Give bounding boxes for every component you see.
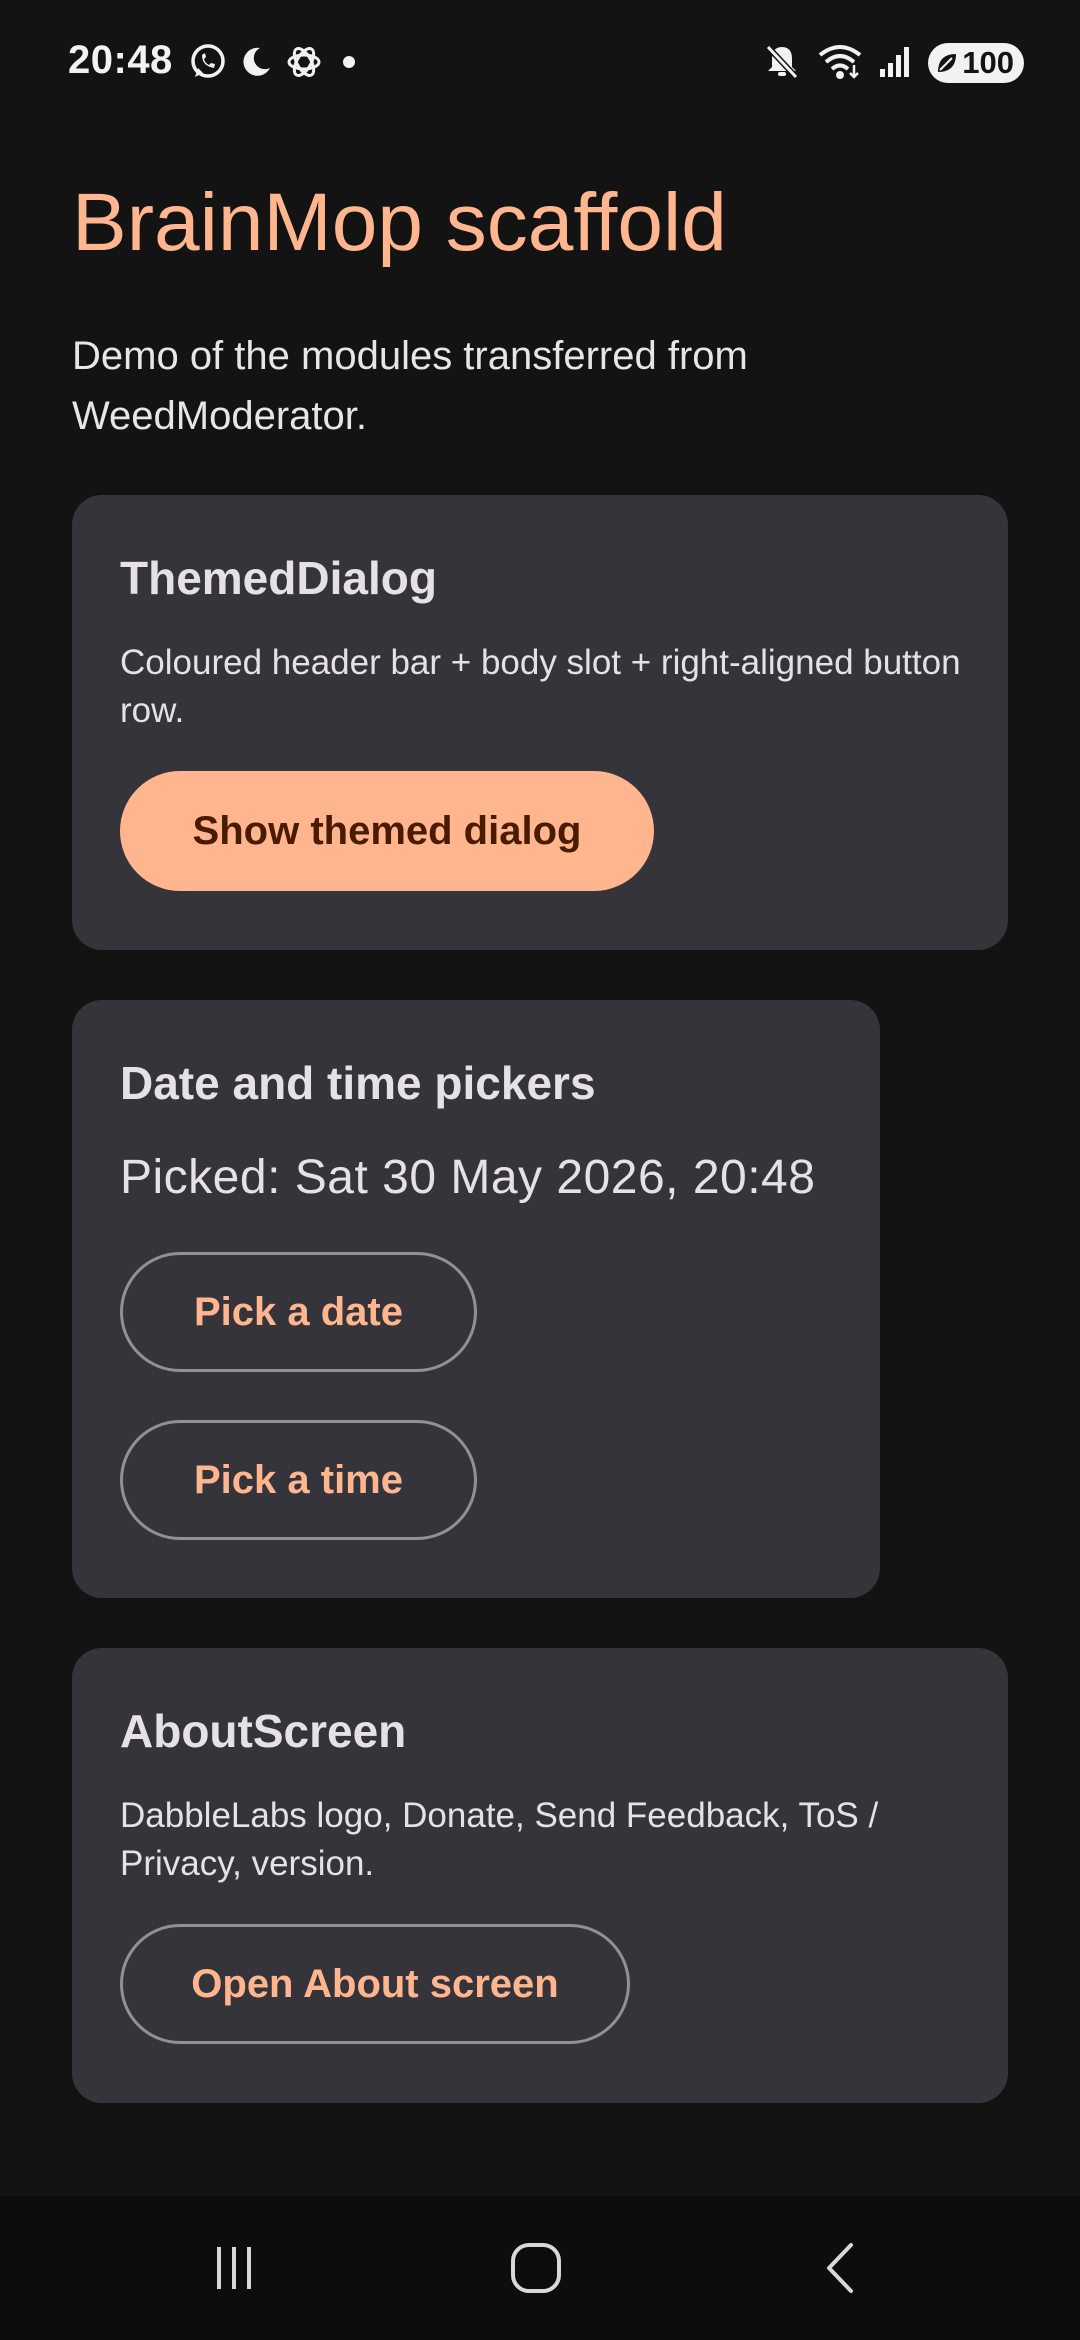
date-time-pickers-card: Date and time pickers Picked: Sat 30 May… xyxy=(72,1000,880,1598)
signal-icon xyxy=(878,43,914,84)
picked-datetime: Picked: Sat 30 May 2026, 20:48 xyxy=(120,1151,816,1204)
leaf-icon xyxy=(938,54,957,72)
whatsapp-icon xyxy=(188,42,228,87)
card-title: ThemedDialog xyxy=(120,552,437,604)
pick-date-button[interactable]: Pick a date xyxy=(120,1252,477,1372)
card-title: AboutScreen xyxy=(120,1705,407,1757)
themed-dialog-card: ThemedDialog Coloured header bar + body … xyxy=(72,495,1008,950)
status-time: 20:48 xyxy=(68,38,173,82)
card-description: Coloured header bar + body slot + right-… xyxy=(120,643,961,730)
pick-time-button[interactable]: Pick a time xyxy=(120,1420,477,1540)
show-themed-dialog-button[interactable]: Show themed dialog xyxy=(120,771,654,891)
moon-icon xyxy=(238,44,274,85)
open-about-screen-button[interactable]: Open About screen xyxy=(120,1924,630,2044)
mute-icon xyxy=(762,41,802,86)
status-icons-right: 100 xyxy=(762,40,1024,86)
page-title: BrainMop scaffold xyxy=(72,177,727,268)
card-description: DabbleLabs logo, Donate, Send Feedback, … xyxy=(120,1796,879,1883)
recent-apps-icon[interactable] xyxy=(194,2236,274,2300)
openai-icon xyxy=(284,42,324,87)
about-screen-card: AboutScreen DabbleLabs logo, Donate, Sen… xyxy=(72,1648,1008,2103)
status-bar: 20:48 100 xyxy=(0,0,1080,128)
wifi-icon xyxy=(816,41,864,86)
card-title: Date and time pickers xyxy=(120,1057,596,1109)
status-icons-left xyxy=(188,42,364,86)
battery-level: 100 xyxy=(962,45,1014,80)
page-subtitle: Demo of the modules transferred from Wee… xyxy=(72,334,748,438)
navigation-bar xyxy=(0,2196,1080,2340)
dot-icon xyxy=(334,47,364,82)
battery-icon: 100 xyxy=(928,43,1024,83)
app-screen: 20:48 100 BrainMop scaffold Demo of the … xyxy=(0,0,1080,2340)
home-icon[interactable] xyxy=(496,2236,576,2300)
back-icon[interactable] xyxy=(800,2236,880,2300)
